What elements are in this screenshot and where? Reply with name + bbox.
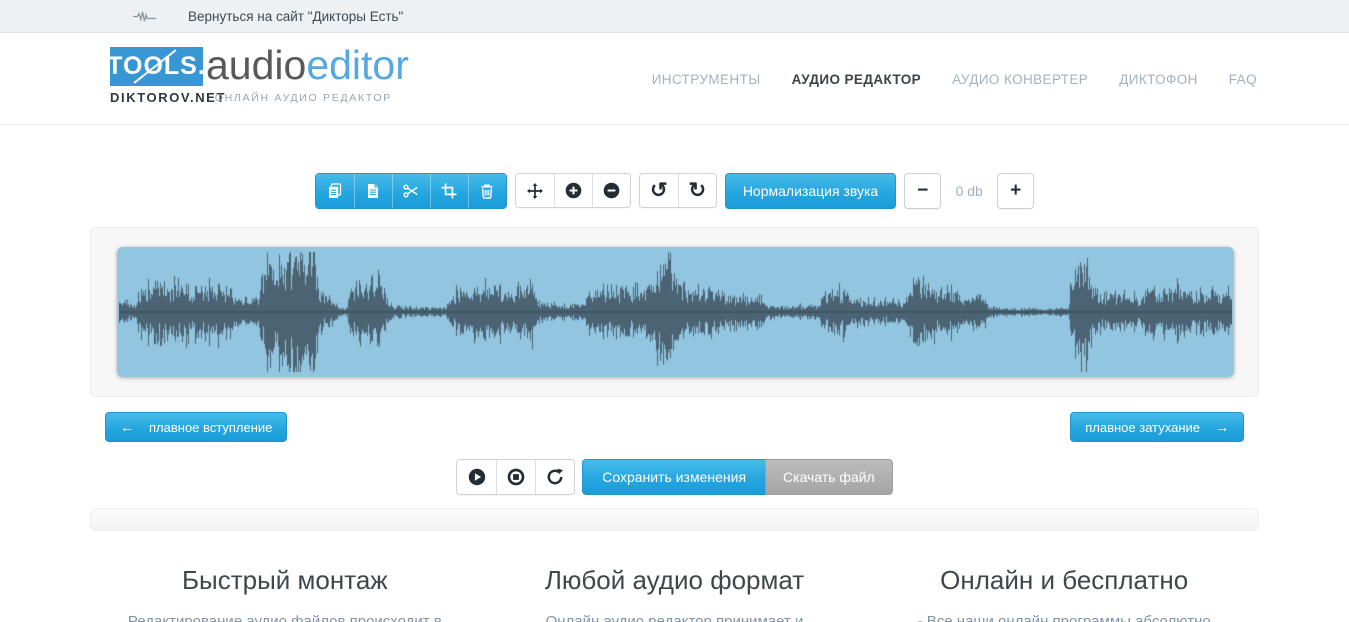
nav-item-dictaphone[interactable]: ДИКТОФОН — [1119, 72, 1198, 87]
crop-button[interactable] — [430, 174, 468, 208]
fade-out-button[interactable]: плавное затухание → — [1070, 412, 1244, 442]
save-group: Сохранить изменения Скачать файл — [582, 459, 892, 495]
play-icon — [468, 468, 486, 486]
history-group: ↺ ↻ — [639, 173, 717, 208]
loop-button[interactable] — [535, 460, 574, 494]
feature-text: Редактирование аудио файлов происходит в… — [118, 611, 452, 622]
clipboard-group — [315, 173, 507, 209]
zoom-out-icon — [603, 182, 620, 199]
header: TOOLS. DIKTOROV.NET audioeditor ОНЛАЙН А… — [0, 34, 1349, 125]
left-arrow-icon: ← — [120, 419, 134, 435]
loop-icon — [546, 468, 564, 486]
right-arrow-icon: → — [1215, 419, 1229, 435]
download-button[interactable]: Скачать файл — [765, 459, 893, 495]
feature-title: Онлайн и бесплатно — [897, 566, 1231, 596]
zoom-in-button[interactable] — [554, 174, 592, 207]
gain-control: − 0 db + — [904, 173, 1034, 209]
fade-out-label: плавное затухание — [1085, 420, 1200, 435]
cut-button[interactable] — [392, 174, 430, 208]
page: Вернуться на сайт "Дикторы Есть" TOOLS. … — [0, 0, 1349, 622]
move-icon — [527, 183, 543, 199]
undo-button[interactable]: ↺ — [640, 174, 678, 207]
transport-row: Сохранить изменения Скачать файл — [0, 459, 1349, 495]
redo-icon: ↻ — [689, 180, 707, 201]
waveform[interactable] — [117, 247, 1234, 377]
brand-gray: audio — [206, 42, 306, 88]
feature-fast-editing: Быстрый монтаж Редактирование аудио файл… — [90, 566, 480, 622]
feature-any-format: Любой аудио формат Онлайн аудио редактор… — [480, 566, 870, 622]
editor-toolbar: ↺ ↻ Нормализация звука − 0 db + — [0, 173, 1349, 209]
play-button[interactable] — [457, 460, 496, 494]
logo-box: TOOLS. — [110, 47, 203, 86]
scissors-icon — [403, 183, 419, 199]
nav-item-faq[interactable]: FAQ — [1229, 72, 1257, 87]
feature-text: - Все наши онлайн программы абсолютно бе… — [897, 611, 1231, 622]
topbar: Вернуться на сайт "Дикторы Есть" — [0, 0, 1349, 33]
waveform-canvas — [119, 249, 1232, 375]
back-to-site-link[interactable]: Вернуться на сайт "Дикторы Есть" — [188, 9, 403, 24]
nav-item-audio-editor[interactable]: АУДИО РЕДАКТОР — [792, 72, 922, 87]
waveform-icon — [133, 10, 156, 23]
zoom-in-icon — [565, 182, 582, 199]
brand-tagline: ОНЛАЙН АУДИО РЕДАКТОР — [206, 92, 392, 104]
fade-in-button[interactable]: ← плавное вступление — [105, 412, 287, 442]
features-section: Быстрый монтаж Редактирование аудио файл… — [90, 566, 1259, 622]
redo-button[interactable]: ↻ — [678, 174, 716, 207]
copy-button[interactable] — [316, 174, 354, 208]
delete-button[interactable] — [468, 174, 506, 208]
logo-slash-icon — [110, 47, 203, 86]
normalize-button[interactable]: Нормализация звука — [725, 173, 896, 209]
feature-title: Любой аудио формат — [508, 566, 842, 596]
zoom-out-button[interactable] — [592, 174, 630, 207]
trash-icon — [479, 183, 495, 199]
main-nav: ИНСТРУМЕНТЫ АУДИО РЕДАКТОР АУДИО КОНВЕРТ… — [652, 34, 1257, 124]
playback-group — [456, 459, 575, 495]
waveform-panel — [90, 227, 1259, 397]
nav-item-tools[interactable]: ИНСТРУМЕНТЫ — [652, 72, 761, 87]
brand-blue: editor — [306, 42, 409, 88]
feature-online-free: Онлайн и бесплатно - Все наши онлайн про… — [869, 566, 1259, 622]
save-button[interactable]: Сохранить изменения — [582, 459, 765, 495]
undo-icon: ↺ — [650, 180, 668, 201]
gain-decrease-button[interactable]: − — [904, 173, 941, 209]
paste-button[interactable] — [354, 174, 392, 208]
nav-item-audio-converter[interactable]: АУДИО КОНВЕРТЕР — [952, 72, 1088, 87]
gain-increase-button[interactable]: + — [997, 173, 1034, 209]
paste-icon — [365, 183, 381, 199]
crop-icon — [441, 183, 457, 199]
gain-value: 0 db — [952, 183, 986, 199]
brand-title: audioeditor — [206, 43, 409, 88]
move-button[interactable] — [516, 174, 554, 207]
copy-icon — [327, 183, 343, 199]
progress-strip — [90, 508, 1259, 531]
feature-text: Онлайн аудио редактор принимает и обраба… — [508, 611, 842, 622]
zoom-group — [515, 173, 631, 208]
stop-button[interactable] — [496, 460, 535, 494]
fade-in-label: плавное вступление — [149, 420, 272, 435]
stop-icon — [507, 468, 525, 486]
feature-title: Быстрый монтаж — [118, 566, 452, 596]
